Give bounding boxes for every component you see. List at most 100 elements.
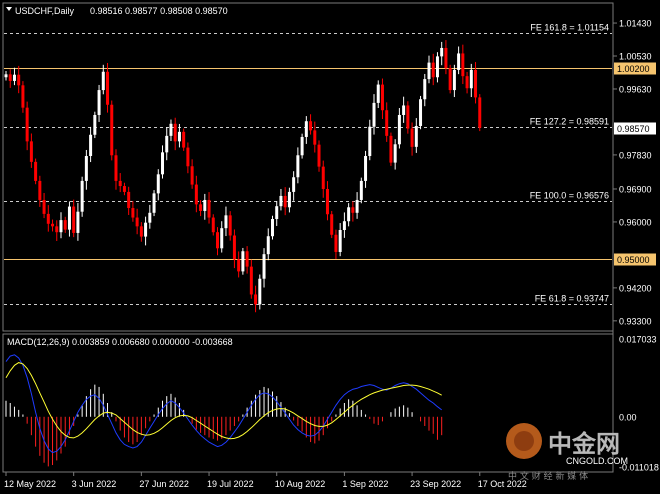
candle-bullish [440,47,444,57]
candle-bearish [17,74,21,86]
date-tick-label: 12 May 2022 [4,479,56,489]
macd-tick-label: 0.00 [619,412,637,422]
macd-label: MACD(12,26,9) 0.003859 0.006680 0.000000… [7,337,233,347]
candle-bearish [406,105,410,129]
candle-bullish [435,56,439,78]
candle-bearish [325,188,329,215]
candle-bearish [461,53,465,77]
candle-bearish [21,85,25,108]
candle-bullish [177,131,181,142]
price-tick-label: 1.00530 [619,52,652,62]
candle-bearish [330,214,334,235]
candle-bullish [80,180,84,212]
candle-bullish [364,156,368,181]
fibonacci-level-label: FE 61.8 = 0.93747 [535,294,609,304]
candle-bearish [135,217,139,227]
watermark-url: CNGOLD.COM [566,456,628,466]
price-tick-label: 1.01430 [619,19,652,29]
candle-bullish [452,69,456,91]
price-tick-label: 0.99630 [619,84,652,94]
price-tick-label: 0.94200 [619,283,652,293]
candle-bearish [448,68,452,91]
candle-bearish [385,110,389,136]
candle-bullish [372,102,376,127]
candle-bullish [376,84,380,103]
candle-bullish [292,177,296,192]
fibonacci-level-label: FE 161.8 = 1.01154 [530,23,609,33]
candle-bullish [347,207,351,222]
chart-canvas[interactable]: FE 161.8 = 1.01154 FE 127.2 = 0.98591 FE 1… [0,0,660,494]
candle-bullish [156,174,160,194]
candle-bearish [8,74,12,81]
candle-bearish [46,213,50,224]
candle-bullish [241,251,245,272]
candle-bullish [224,215,228,229]
candle-bullish [101,71,105,91]
candle-bullish [270,219,274,237]
current-price-tag-text: 0.98570 [617,124,650,134]
candle-bullish [161,152,165,175]
candle-bullish [169,123,173,136]
candle-bullish [275,206,279,220]
candle-bearish [444,47,448,69]
candle-bullish [393,144,397,163]
candle-bearish [190,166,194,185]
candle-bearish [25,107,29,142]
candles-layer [4,40,482,313]
candle-bearish [474,69,478,98]
candle-bearish [249,266,253,295]
candle-bearish [283,195,287,208]
candle-bearish [127,191,131,209]
candle-bullish [402,105,406,115]
candle-bullish [457,53,461,70]
candle-bearish [51,223,55,227]
macd-layer [5,354,443,467]
date-tick-label: 23 Sep 2022 [410,479,461,489]
candle-bearish [211,217,215,233]
candle-bullish [368,126,372,157]
candle-bearish [118,180,122,187]
candle-bullish [342,221,346,231]
candle-bullish [419,99,423,126]
watermark-logo: 中金网 中 文 财 经 新 媒 体 CNGOLD.COM [506,423,628,482]
candle-bullish [300,136,304,156]
collapse-triangle-icon[interactable] [6,7,12,11]
candle-bullish [148,212,152,223]
candle-bullish [287,191,291,208]
levels-layer: FE 161.8 = 1.01154 FE 127.2 = 0.98591 FE 1… [4,23,656,305]
candle-bullish [258,278,262,305]
candle-bearish [334,234,338,252]
candle-bullish [397,114,401,145]
candle-bearish [131,208,135,218]
date-tick-label: 1 Sep 2022 [342,479,388,489]
candle-bearish [194,184,198,205]
candle-bullish [414,125,418,147]
candle-bullish [220,228,224,249]
candle-bearish [199,204,203,211]
watermark-subtitle: 中 文 财 经 新 媒 体 [508,470,588,482]
candle-bearish [351,207,355,213]
candle-bearish [72,206,76,233]
candle-bullish [296,155,300,178]
candle-bearish [139,226,143,237]
candle-bearish [182,131,186,148]
price-tick-label: 0.96000 [619,217,652,227]
macd-tick-label: 0.017033 [619,335,657,345]
candle-bullish [59,220,63,233]
ohlc-readout: 0.98516 0.98577 0.98508 0.98570 [90,6,228,16]
fibonacci-level-label: FE 127.2 = 0.98591 [530,117,609,127]
candle-bearish [317,144,321,167]
candle-bearish [309,121,313,131]
candle-bullish [359,180,363,200]
candle-bearish [173,123,177,142]
candle-bearish [245,251,249,267]
candle-bearish [431,62,435,78]
price-tick-label: 0.96900 [619,184,652,194]
candle-bearish [114,155,118,181]
level-price-tag-text: 0.95000 [617,255,650,265]
price-tick-label: 0.93300 [619,316,652,326]
fibonacci-level-label: FE 100.0 = 0.96576 [530,191,609,201]
candle-bearish [186,147,190,167]
candle-bearish [38,180,42,200]
candle-bullish [279,195,283,207]
